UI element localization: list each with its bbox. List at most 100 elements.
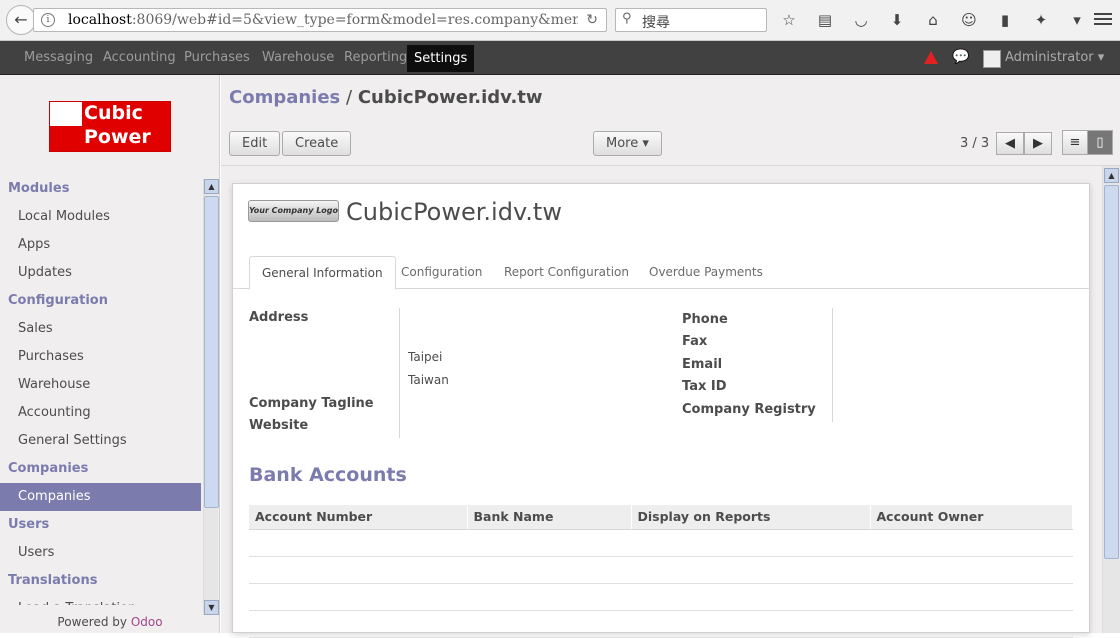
scrollbar-thumb[interactable]	[1104, 185, 1119, 559]
sidebar-item-companies[interactable]: Companies	[0, 483, 201, 511]
sidebar-item-sales[interactable]: Sales	[0, 315, 201, 343]
sidebar-item-general-settings[interactable]: General Settings	[0, 427, 201, 455]
pager-previous-button[interactable]: ◀	[996, 132, 1024, 155]
search-icon: ⚲	[622, 11, 632, 26]
top-navigation: Messaging Accounting Purchases Warehouse…	[0, 41, 1120, 75]
dropdown-icon[interactable]: ▾	[1064, 9, 1090, 31]
column-bank-name[interactable]: Bank Name	[467, 505, 632, 530]
sidebar-menu: Modules Local Modules Apps Updates Confi…	[0, 175, 201, 605]
email-label: Email	[682, 357, 723, 372]
breadcrumb-companies-link[interactable]: Companies	[229, 87, 340, 108]
company-name: CubicPower.idv.tw	[346, 198, 562, 226]
sidebar-item-apps[interactable]: Apps	[0, 231, 201, 259]
odoo-link[interactable]: Odoo	[131, 615, 163, 629]
control-panel: Companies / CubicPower.idv.tw Edit Creat…	[221, 75, 1120, 166]
tab-configuration[interactable]: Configuration	[389, 256, 494, 289]
info-icon[interactable]: i	[41, 13, 55, 27]
bank-accounts-table: Account Number Bank Name Display on Repo…	[249, 505, 1073, 638]
download-icon[interactable]: ⬇	[884, 9, 910, 31]
bookmark-star-icon[interactable]: ☆	[776, 9, 802, 31]
smiley-icon[interactable]: ☺	[956, 9, 982, 31]
scroll-up-icon[interactable]: ▲	[204, 179, 219, 194]
nav-accounting[interactable]: Accounting	[96, 41, 183, 75]
chat-icon[interactable]: 💬	[952, 49, 969, 65]
form-icon: ▯	[1096, 135, 1104, 150]
arrow-right-icon: ▶	[1033, 136, 1043, 151]
fax-label: Fax	[682, 334, 708, 349]
sidebar-item-local-modules[interactable]: Local Modules	[0, 203, 201, 231]
browser-toolbar: ← i localhost:8069/web#id=5&view_type=fo…	[0, 0, 1120, 41]
search-placeholder: 搜尋	[642, 15, 670, 31]
scroll-up-icon[interactable]: ▲	[1104, 168, 1119, 183]
reload-icon[interactable]: ↻	[586, 12, 598, 28]
pager-value: 3 / 3	[960, 136, 990, 151]
company-logo-image[interactable]: Your Company Logo	[248, 200, 339, 222]
url-host: localhost	[68, 12, 132, 28]
table-row	[249, 583, 1073, 611]
url-path: :8069/web#id=5&view_type=form&model=res.…	[131, 12, 578, 28]
list-icon: ≡	[1069, 135, 1081, 150]
create-button[interactable]: Create	[282, 131, 352, 156]
breadcrumb-separator: /	[346, 87, 353, 108]
user-menu[interactable]: Administrator ▾	[1005, 50, 1104, 65]
address-city[interactable]: Taipei	[408, 350, 442, 364]
address-country[interactable]: Taiwan	[408, 373, 449, 387]
warning-icon[interactable]	[924, 51, 938, 64]
sidebar-section-translations: Translations	[8, 573, 98, 588]
nav-warehouse[interactable]: Warehouse	[255, 41, 341, 75]
more-label: More	[606, 136, 639, 151]
column-display-on-reports[interactable]: Display on Reports	[631, 505, 871, 530]
url-text[interactable]: localhost:8069/web#id=5&view_type=form&m…	[68, 12, 578, 28]
nav-reporting[interactable]: Reporting	[337, 41, 414, 75]
back-arrow-icon[interactable]: ←	[6, 5, 36, 35]
form-view-button[interactable]: ▯	[1087, 130, 1113, 155]
address-label: Address	[249, 310, 309, 325]
right-column-divider	[832, 308, 833, 422]
company-registry-label: Company Registry	[682, 402, 816, 417]
column-account-owner[interactable]: Account Owner	[870, 505, 1073, 530]
sidebar-section-companies: Companies	[8, 461, 89, 476]
reading-list-icon[interactable]: ▤	[812, 9, 838, 31]
main-scrollbar[interactable]: ▲	[1102, 166, 1120, 633]
address-bar[interactable]: i localhost:8069/web#id=5&view_type=form…	[33, 8, 607, 32]
scrollbar-thumb[interactable]	[204, 196, 219, 508]
more-button[interactable]: More ▾	[593, 131, 662, 156]
company-logo[interactable]: Cubic Power	[49, 101, 171, 152]
home-icon[interactable]: ⌂	[920, 9, 946, 31]
browser-toolbar-icons: ☆ ▤ ◡ ⬇ ⌂ ☺ ▮ ✦ ▾	[776, 9, 1100, 31]
sidebar-section-users: Users	[8, 517, 50, 532]
sidebar: Cubic Power Modules Local Modules Apps U…	[0, 75, 220, 633]
sidebar-section-configuration: Configuration	[8, 293, 108, 308]
nav-settings[interactable]: Settings	[407, 45, 475, 72]
avatar[interactable]	[983, 50, 1001, 68]
edit-button[interactable]: Edit	[229, 131, 281, 156]
caret-down-icon: ▾	[642, 136, 649, 151]
list-view-button[interactable]: ≡	[1062, 130, 1088, 155]
table-row	[249, 529, 1073, 557]
sidebar-item-accounting[interactable]: Accounting	[0, 399, 201, 427]
tab-general-information[interactable]: General Information	[249, 256, 396, 290]
tab-report-configuration[interactable]: Report Configuration	[492, 256, 641, 289]
sidebar-item-load-translation[interactable]: Load a Translation	[0, 595, 201, 605]
left-column-divider	[399, 308, 400, 438]
sidebar-item-warehouse[interactable]: Warehouse	[0, 371, 201, 399]
hamburger-menu-icon[interactable]	[1094, 10, 1112, 28]
phone-label: Phone	[682, 312, 728, 327]
extension-icon[interactable]: ✦	[1028, 9, 1054, 31]
pocket-icon[interactable]: ◡	[848, 9, 874, 31]
browser-search-box[interactable]: ⚲ 搜尋	[615, 8, 767, 32]
sidebar-item-purchases[interactable]: Purchases	[0, 343, 201, 371]
book-icon[interactable]: ▮	[992, 9, 1018, 31]
form-sheet: Your Company Logo CubicPower.idv.tw Gene…	[232, 183, 1091, 638]
pager-next-button[interactable]: ▶	[1024, 132, 1052, 155]
sidebar-section-modules: Modules	[8, 181, 70, 196]
tab-overdue-payments[interactable]: Overdue Payments	[637, 256, 775, 289]
breadcrumb-current: CubicPower.idv.tw	[357, 87, 543, 108]
sidebar-scrollbar[interactable]: ▲ ▼	[203, 179, 219, 615]
sidebar-item-updates[interactable]: Updates	[0, 259, 201, 287]
nav-purchases[interactable]: Purchases	[177, 41, 257, 75]
nav-messaging[interactable]: Messaging	[17, 41, 100, 75]
breadcrumb: Companies / CubicPower.idv.tw	[229, 87, 543, 108]
sidebar-item-users[interactable]: Users	[0, 539, 201, 567]
column-account-number[interactable]: Account Number	[249, 505, 468, 530]
